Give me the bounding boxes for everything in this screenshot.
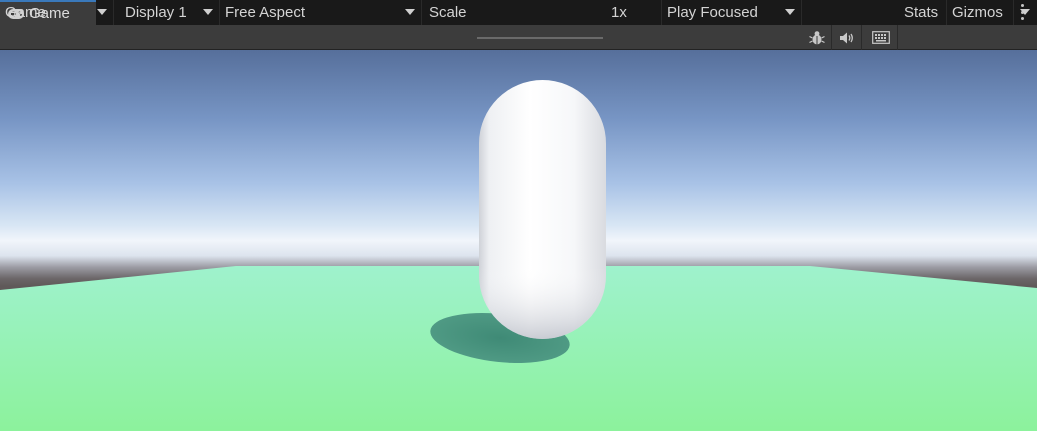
shortcuts-button[interactable] (864, 25, 898, 50)
chevron-down-icon (203, 9, 213, 15)
scale-control: Scale 1x (422, 0, 662, 25)
gizmos-button[interactable]: Gizmos (947, 0, 1014, 25)
aspect-dropdown[interactable]: Free Aspect (220, 0, 422, 25)
chevron-down-icon (1020, 9, 1030, 15)
scale-value: 1x (611, 4, 627, 21)
chevron-down-icon (785, 9, 795, 15)
stats-button[interactable]: Stats (898, 0, 947, 25)
chevron-down-icon (97, 9, 107, 15)
display-dropdown[interactable]: Display 1 (114, 0, 220, 25)
stats-label: Stats (904, 4, 939, 21)
chevron-down-icon (405, 9, 415, 15)
scale-slider[interactable] (477, 37, 603, 39)
aspect-label: Free Aspect (225, 4, 306, 21)
gizmos-label: Gizmos (952, 4, 1003, 21)
game-window: Game Game Display 1 Free Aspect Scale 1x… (0, 0, 1037, 431)
gizmos-dropdown[interactable] (1014, 0, 1037, 25)
display-label: Display 1 (125, 4, 187, 21)
scene-render (0, 80, 1037, 431)
audio-icon (839, 32, 853, 43)
play-mode-dropdown[interactable]: Play Focused (662, 0, 802, 25)
scale-label: Scale (429, 4, 467, 21)
capsule-object (479, 80, 606, 339)
frame-debugger-button[interactable] (802, 25, 832, 50)
view-mode-label: Game (5, 4, 46, 21)
game-viewport[interactable] (0, 50, 1037, 431)
view-mode-dropdown[interactable]: Game (0, 0, 114, 25)
keyboard-icon (871, 31, 890, 44)
play-mode-label: Play Focused (667, 4, 758, 21)
mute-audio-button[interactable] (832, 25, 862, 50)
bug-icon (808, 30, 825, 44)
